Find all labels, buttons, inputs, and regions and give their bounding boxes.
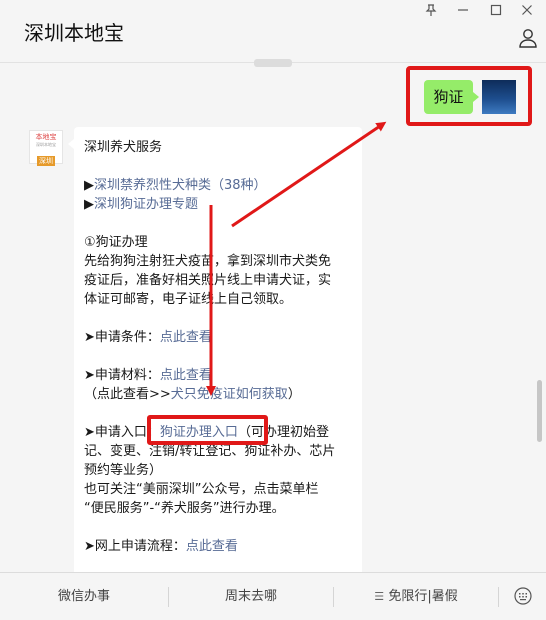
arrow-to-message	[231, 121, 387, 228]
menu-divider	[498, 587, 499, 607]
menu-item-weixin-banshi[interactable]: 微信办事	[0, 573, 168, 620]
menu-item-label: 免限行|暑假	[388, 589, 458, 604]
menu-list-icon: ☰	[374, 590, 385, 603]
bottom-menu-bar: 微信办事 周末去哪 ☰ 免限行|暑假	[0, 572, 546, 620]
menu-item-zhoumo-qu-na[interactable]: 周末去哪	[169, 573, 333, 620]
keyboard-icon[interactable]	[514, 587, 532, 605]
scrollbar-thumb[interactable]	[537, 380, 542, 442]
annotation-arrows	[206, 121, 387, 396]
menu-item-mianxianxing[interactable]: ☰ 免限行|暑假	[334, 573, 498, 620]
